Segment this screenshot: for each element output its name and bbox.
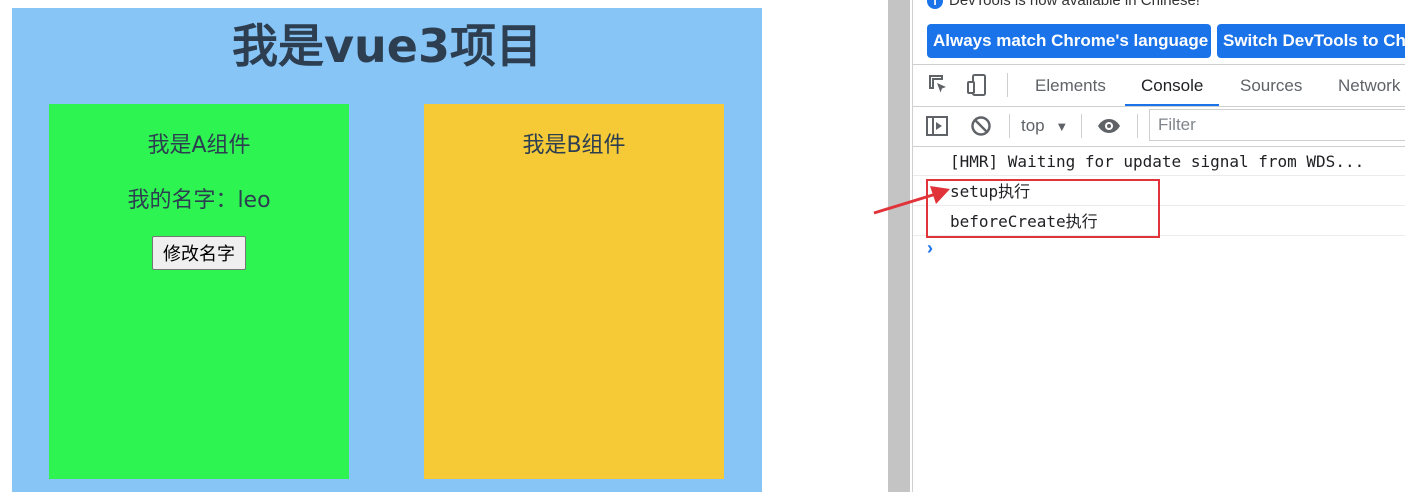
console-toolbar: top ▼ Filter <box>913 106 1405 147</box>
app-title: 我是vue3项目 <box>232 19 542 73</box>
component-b-title: 我是B组件 <box>522 133 626 158</box>
tab-network[interactable]: Network <box>1338 65 1400 106</box>
inspect-element-icon[interactable] <box>927 73 951 97</box>
highlight-box <box>926 179 1160 238</box>
info-message: i DevTools is now available in Chinese! <box>927 0 1200 10</box>
info-icon: i <box>927 0 943 10</box>
vue-app-container: 我是vue3项目 我是A组件 我的名字：leo 修改名字 我是B组件 <box>12 8 762 492</box>
always-match-language-button[interactable]: Always match Chrome's language <box>927 24 1211 58</box>
toolbar-separator <box>1081 114 1082 138</box>
device-toolbar-icon[interactable] <box>965 73 989 97</box>
devtools-panel: i DevTools is now available in Chinese! A… <box>912 0 1405 492</box>
info-message-text: DevTools is now available in Chinese! <box>949 0 1200 9</box>
toolbar-separator <box>1007 73 1008 97</box>
context-select[interactable]: top ▼ <box>1021 114 1068 139</box>
toolbar-separator <box>1137 114 1138 138</box>
language-info-bar: i DevTools is now available in Chinese! A… <box>913 0 1405 64</box>
clear-console-icon[interactable] <box>969 114 993 138</box>
component-b-panel: 我是B组件 <box>424 104 724 479</box>
context-select-value: top <box>1021 116 1045 135</box>
show-sidebar-icon[interactable] <box>925 114 949 138</box>
toolbar-separator <box>1009 114 1010 138</box>
devtools-tab-bar: Elements Console Sources Network <box>913 64 1405 107</box>
filter-input[interactable]: Filter <box>1149 109 1405 141</box>
devtools-resize-gutter[interactable] <box>888 0 910 492</box>
component-a-name-text: 我的名字：leo <box>127 188 271 213</box>
component-a-title: 我是A组件 <box>147 133 251 158</box>
red-arrow-icon <box>873 186 950 215</box>
console-log-line: [HMR] Waiting for update signal from WDS… <box>913 147 1405 176</box>
tab-sources[interactable]: Sources <box>1240 65 1302 106</box>
tab-elements[interactable]: Elements <box>1035 65 1106 106</box>
component-a-panel: 我是A组件 我的名字：leo 修改名字 <box>49 104 349 479</box>
change-name-button[interactable]: 修改名字 <box>152 236 246 270</box>
live-expression-eye-icon[interactable] <box>1097 114 1121 138</box>
switch-devtools-language-button[interactable]: Switch DevTools to Chi <box>1217 24 1405 58</box>
console-prompt-chevron-icon[interactable]: › <box>927 238 933 259</box>
tab-console[interactable]: Console <box>1125 65 1220 106</box>
dropdown-arrow-icon: ▼ <box>1055 119 1069 134</box>
